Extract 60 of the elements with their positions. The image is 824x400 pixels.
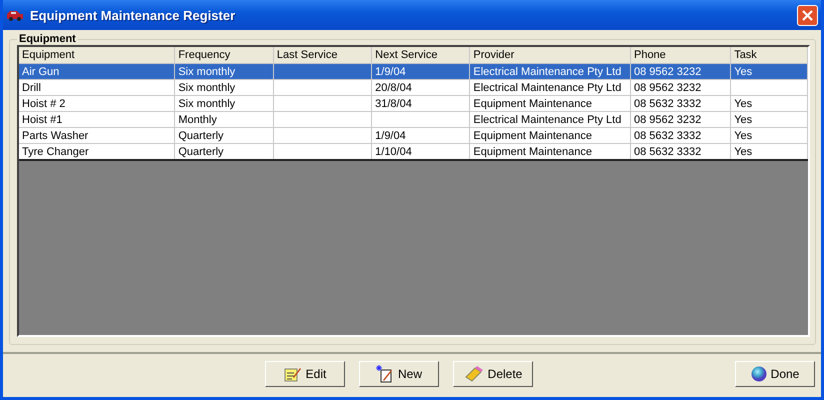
table-cell: Tyre Changer	[22, 146, 89, 158]
column-header[interactable]: Task	[730, 47, 808, 64]
table-cell: Yes	[734, 146, 752, 158]
table-cell: 08 5632 3332	[634, 130, 702, 142]
table-cell: Yes	[734, 130, 752, 142]
table-row[interactable]: Parts Washer Quarterly 1/9/04 Equipment Maintenance 08 5632 3332 Yes	[19, 128, 808, 144]
group-label: Equipment	[18, 33, 77, 45]
table-cell: Yes	[734, 98, 752, 110]
edit-button[interactable]: Edit	[265, 361, 345, 387]
table-cell: Quarterly	[178, 130, 224, 142]
table-cell: Yes	[734, 66, 752, 78]
table-cell: Six monthly	[178, 98, 236, 110]
table-cell: 31/8/04	[375, 98, 412, 110]
column-header[interactable]: Frequency	[174, 47, 274, 64]
table-cell: Quarterly	[178, 146, 224, 158]
car-icon	[6, 9, 24, 21]
orb-icon	[750, 366, 767, 382]
table-row[interactable]: Hoist # 2 Six monthly 31/8/04 Equipment Maintenance 08 5632 3332 Yes	[19, 96, 808, 112]
window-title: Equipment Maintenance Register	[30, 8, 236, 22]
table-cell: Equipment Maintenance	[473, 130, 592, 142]
table-cell: Electrical Maintenance Pty Ltd	[473, 66, 622, 78]
table-cell: 08 5632 3332	[634, 98, 702, 110]
table-cell: 1/9/04	[375, 130, 406, 142]
eraser-icon	[464, 366, 484, 382]
table-cell: Equipment Maintenance	[473, 98, 592, 110]
table-cell: Parts Washer	[22, 130, 88, 142]
table-cell: Electrical Maintenance Pty Ltd	[473, 82, 622, 94]
table-cell: Yes	[734, 114, 752, 126]
table-cell: 08 9562 3232	[634, 114, 702, 126]
table-cell: Electrical Maintenance Pty Ltd	[473, 114, 622, 126]
notepad-icon	[284, 366, 302, 382]
table-cell: 08 9562 3232	[634, 66, 702, 78]
column-header[interactable]: Provider	[470, 47, 630, 64]
column-header[interactable]: Phone	[630, 47, 731, 64]
table-cell: Monthly	[178, 114, 217, 126]
table-cell: 20/8/04	[375, 82, 412, 94]
new-button[interactable]: New	[359, 361, 439, 387]
table-cell: 08 5632 3332	[634, 146, 702, 158]
table-cell: Air Gun	[22, 66, 60, 78]
delete-button[interactable]: Delete	[453, 361, 533, 387]
table-cell: 08 9562 3232	[634, 82, 702, 94]
table-cell: Hoist #1	[22, 114, 62, 126]
done-button[interactable]: Done	[735, 361, 815, 387]
table-cell: Six monthly	[178, 82, 236, 94]
new-page-icon	[376, 365, 394, 383]
column-header[interactable]: Next Service	[372, 47, 470, 64]
table-cell: Hoist # 2	[22, 98, 66, 110]
table-cell: Six monthly	[178, 66, 236, 78]
close-button[interactable]	[797, 4, 818, 26]
table-row[interactable]: Air Gun Six monthly 1/9/04 Electrical Maintenance Pty Ltd 08 9562 3232 Yes	[19, 64, 808, 80]
table-row[interactable]: Tyre Changer Quarterly 1/10/04 Equipment Maintenance 08 5632 3332 Yes	[19, 144, 808, 160]
close-icon	[802, 10, 813, 20]
table-cell: 1/10/04	[375, 146, 412, 158]
column-header[interactable]: Equipment	[19, 47, 175, 64]
table-row[interactable]: Drill Six monthly 20/8/04 Electrical Maintenance Pty Ltd 08 9562 3232	[19, 80, 808, 96]
table-cell: 1/9/04	[375, 66, 406, 78]
column-header[interactable]: Last Service	[273, 47, 372, 64]
table-row[interactable]: Hoist #1 Monthly Electrical Maintenance Pty Ltd 08 9562 3232 Yes	[19, 112, 808, 128]
table-cell: Drill	[22, 82, 41, 94]
table-cell: Equipment Maintenance	[473, 146, 592, 158]
